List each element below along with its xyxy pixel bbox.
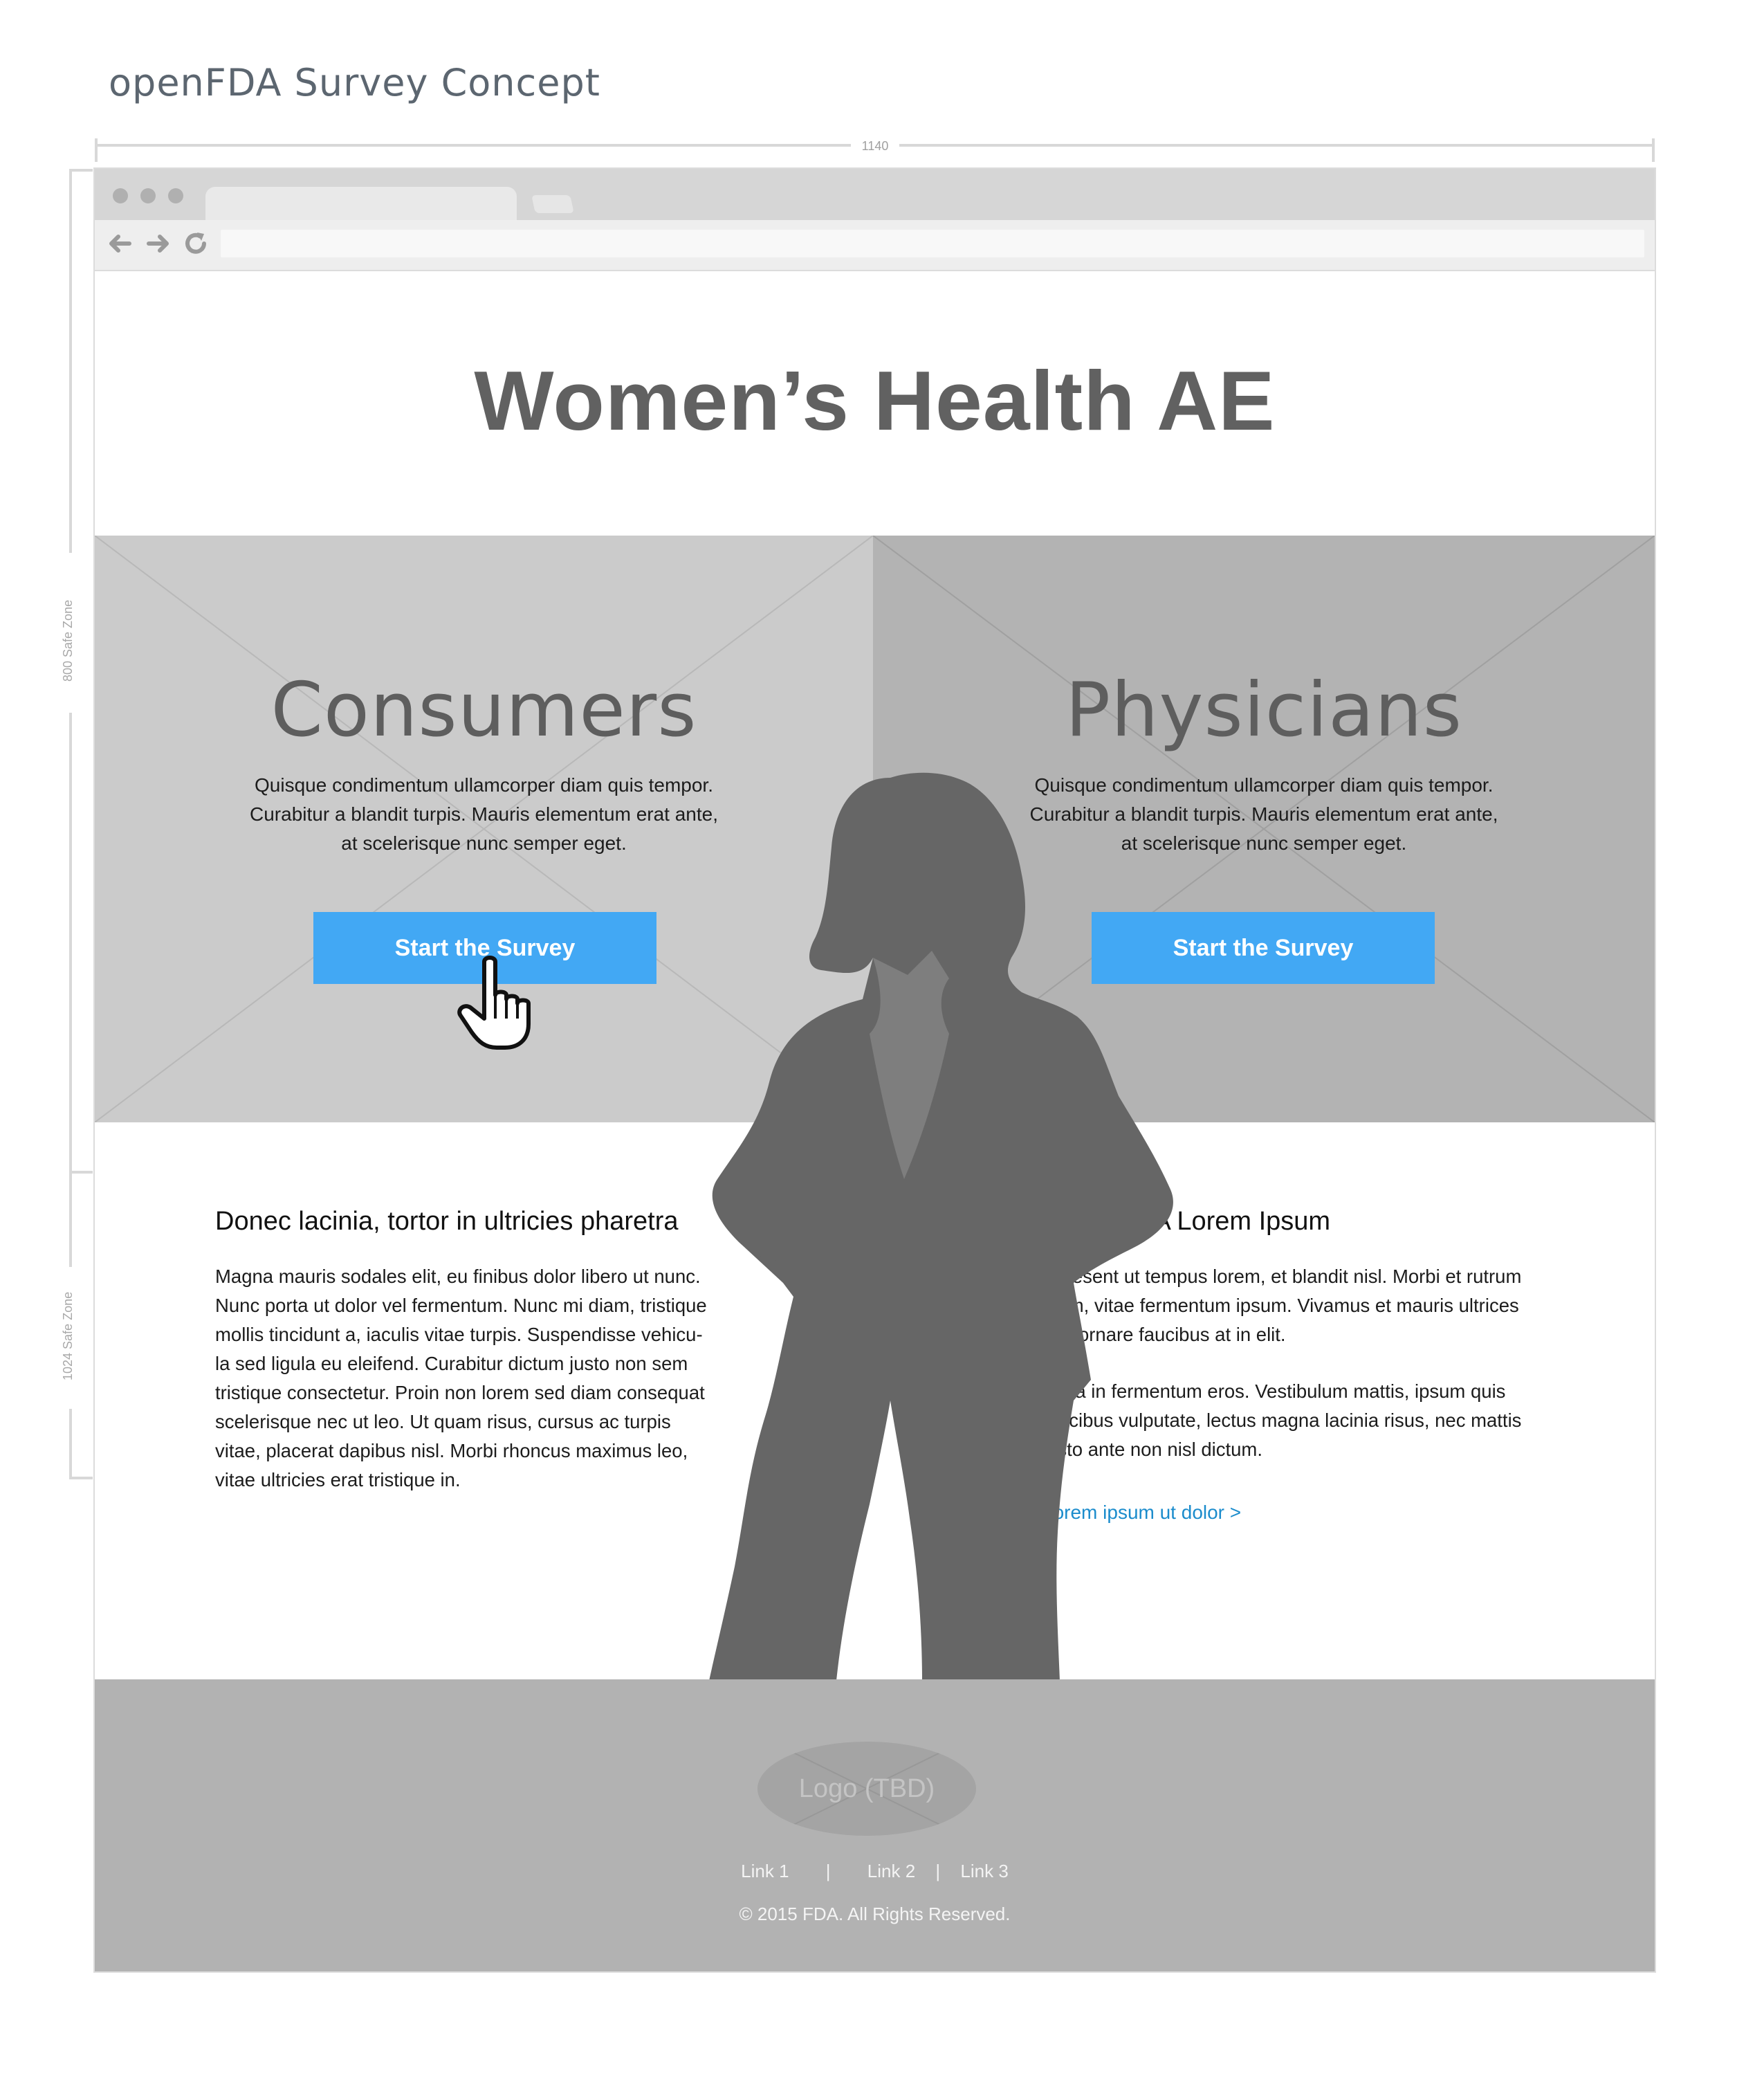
safe-zone-1024-tick-bottom	[69, 1477, 93, 1479]
footer-links: Link 1 | Link 2 | Link 3	[95, 1861, 1655, 1882]
new-tab-button[interactable]	[531, 195, 574, 213]
reload-icon[interactable]	[182, 230, 210, 257]
window-dot-maximize[interactable]	[168, 188, 183, 203]
left-column-heading: Donec lacinia, tortor in ultricies phare…	[215, 1207, 679, 1236]
window-dot-minimize[interactable]	[140, 188, 156, 203]
address-bar[interactable]	[221, 230, 1644, 257]
footer-link-3[interactable]: Link 3	[960, 1861, 1008, 1882]
page-title: Women’s Health AE	[474, 354, 1276, 448]
hand-pointer-cursor-icon	[457, 956, 531, 1050]
footer-link-separator: |	[935, 1861, 941, 1881]
consumers-heading: Consumers	[270, 667, 697, 754]
footer-link-separator: |	[825, 1861, 831, 1881]
arrow-left-icon[interactable]	[106, 230, 134, 257]
safe-zone-800-tick-bottom	[69, 1171, 93, 1174]
safe-zone-1024-label: 1024 Safe Zone	[61, 1291, 75, 1380]
footer-copyright: © 2015 FDA. All Rights Reserved.	[739, 1904, 1011, 1924]
arrow-right-icon[interactable]	[145, 230, 172, 257]
footer-link-2[interactable]: Link 2	[867, 1861, 915, 1882]
safe-zone-800-label: 800 Safe Zone	[61, 599, 75, 682]
woman-silhouette-image	[709, 772, 1173, 1681]
footer-link-1[interactable]: Link 1	[741, 1861, 789, 1882]
width-ruler-label: 1140	[851, 134, 899, 158]
site-footer: Logo (TBD) Link 1 | Link 2 | Link 3 © 20…	[95, 1679, 1655, 1971]
width-ruler-tick-right	[1652, 138, 1655, 162]
footer-logo-text: Logo (TBD)	[798, 1774, 935, 1803]
browser-window: Women’s Health AE Consumers Quisque cond…	[95, 169, 1655, 1971]
safe-zone-800-ruler-bottom	[69, 713, 72, 1173]
document-title: openFDA Survey Concept	[109, 61, 600, 104]
safe-zone-1024-ruler-top	[69, 1174, 72, 1267]
browser-tab-active[interactable]	[205, 187, 517, 220]
window-dot-close[interactable]	[113, 188, 128, 203]
width-ruler-tick-left	[95, 138, 98, 162]
footer-logo-placeholder[interactable]: Logo (TBD)	[757, 1742, 976, 1836]
safe-zone-1024-ruler-bottom	[69, 1409, 72, 1478]
safe-zone-800-ruler-top	[69, 169, 72, 553]
safe-zone-800-tick-top	[69, 169, 93, 172]
physicians-heading: Physicians	[1065, 667, 1463, 754]
